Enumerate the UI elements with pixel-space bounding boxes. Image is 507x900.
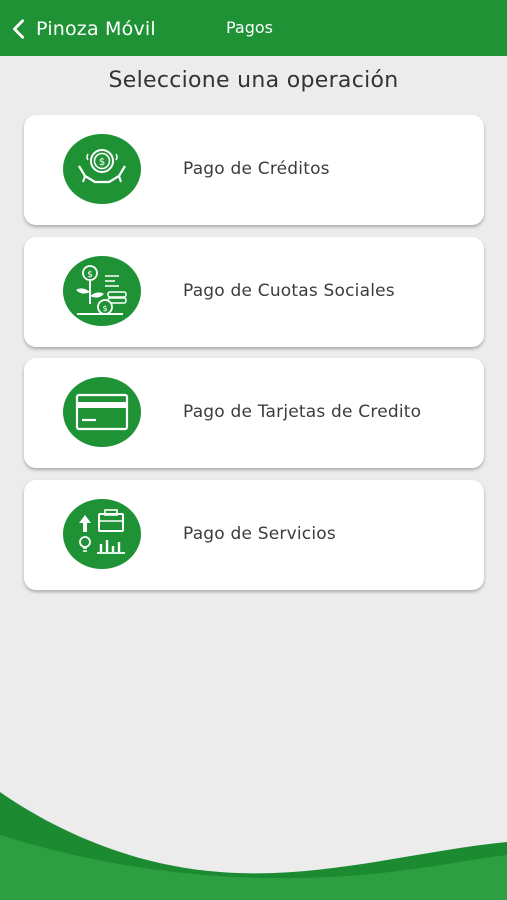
- back-label: Pinoza Móvil: [36, 18, 156, 40]
- option-pago-cuotas-sociales[interactable]: $ $ Pago de Cuotas Sociales: [24, 237, 484, 347]
- option-label: Pago de Créditos: [183, 159, 330, 179]
- option-pago-creditos[interactable]: $ Pago de Créditos: [24, 115, 484, 225]
- svg-text:$: $: [102, 304, 107, 313]
- money-hands-icon: $: [63, 134, 141, 204]
- app-header: Pinoza Móvil Pagos: [0, 0, 507, 56]
- svg-text:$: $: [99, 157, 105, 168]
- chevron-left-icon: [13, 19, 25, 39]
- option-label: Pago de Servicios: [183, 524, 336, 544]
- option-pago-tarjetas-credito[interactable]: Pago de Tarjetas de Credito: [24, 358, 484, 468]
- credit-card-icon: [63, 377, 141, 447]
- option-label: Pago de Tarjetas de Credito: [183, 402, 422, 422]
- money-plant-coins-icon: $ $: [63, 256, 141, 326]
- option-label: Pago de Cuotas Sociales: [183, 281, 395, 301]
- svg-text:$: $: [87, 270, 93, 280]
- back-button[interactable]: Pinoza Móvil: [8, 12, 158, 46]
- decorative-wave: [0, 792, 507, 900]
- services-icon: [63, 499, 141, 569]
- section-heading: Seleccione una operación: [108, 68, 399, 93]
- page-title: Pagos: [226, 18, 274, 37]
- option-pago-servicios[interactable]: Pago de Servicios: [24, 480, 484, 590]
